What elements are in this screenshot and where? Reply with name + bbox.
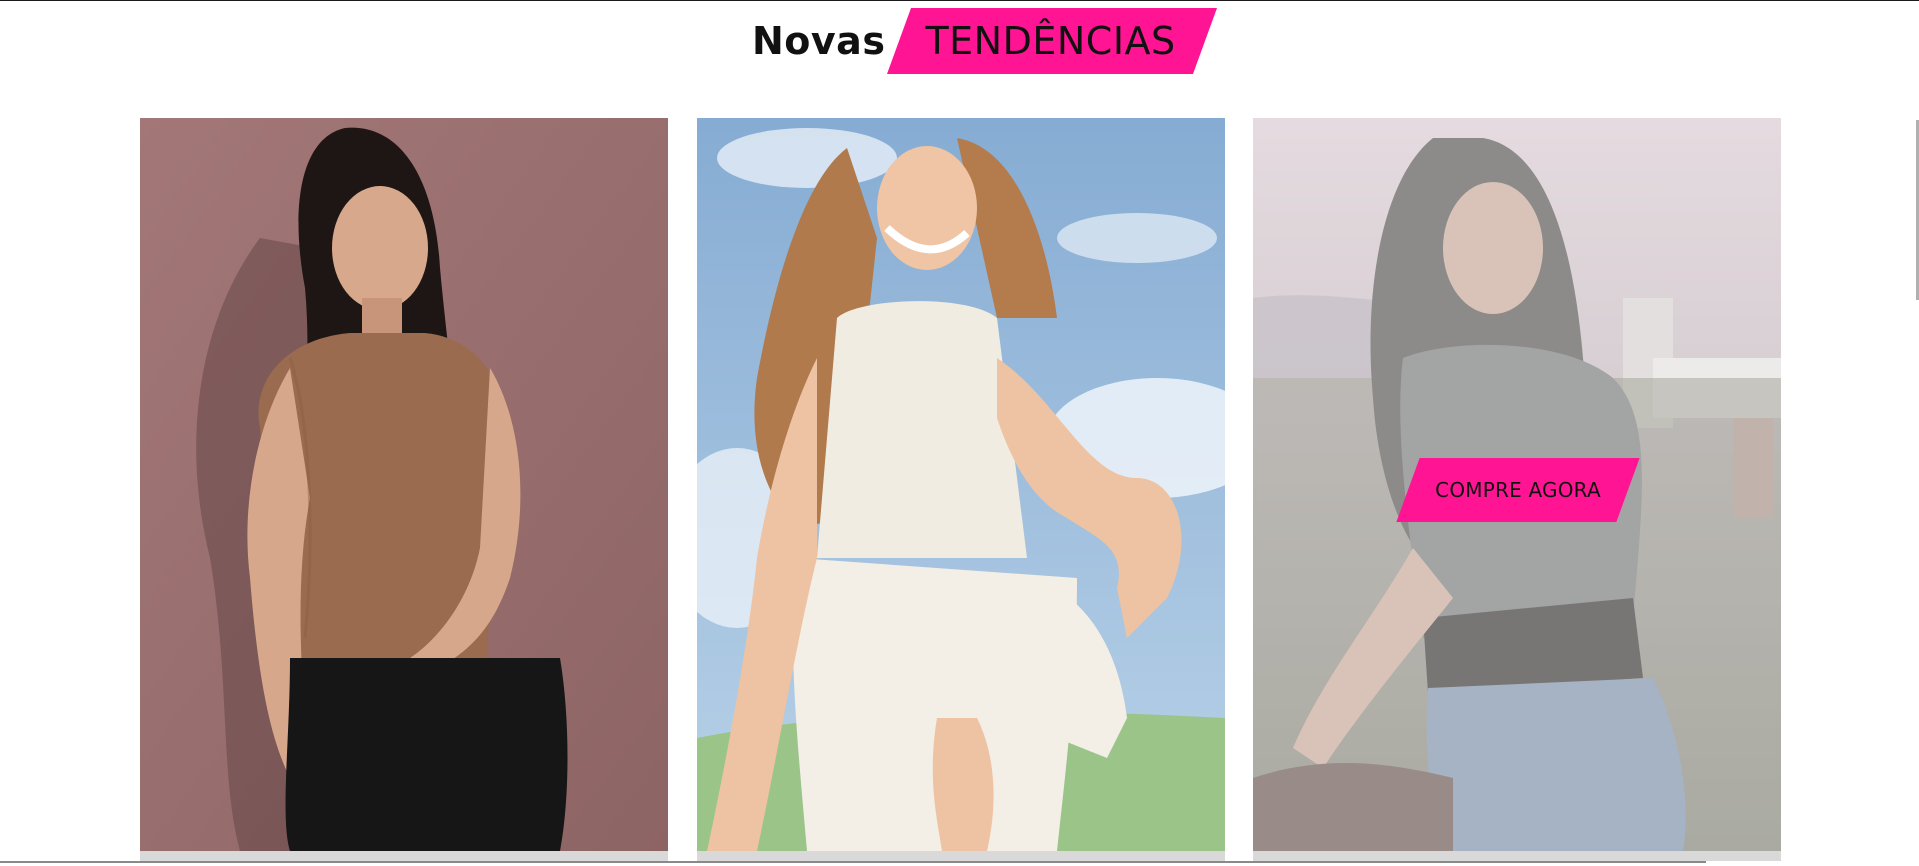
shop-now-button[interactable]: COMPRE AGORA [1408, 458, 1628, 522]
top-border [0, 0, 1919, 1]
product-card-2-footer [697, 851, 1225, 861]
product-card-1[interactable] [140, 118, 668, 851]
product-image-1 [140, 118, 668, 851]
product-image-2 [697, 118, 1225, 851]
shop-now-label: COMPRE AGORA [1435, 478, 1601, 502]
product-card-2[interactable] [697, 118, 1225, 851]
product-card-1-footer [140, 851, 668, 861]
section-heading: Novas TENDÊNCIAS [752, 8, 1206, 74]
heading-plain-text: Novas [752, 19, 886, 63]
heading-accent-text: TENDÊNCIAS [925, 19, 1176, 63]
heading-accent-badge: TENDÊNCIAS [899, 8, 1205, 74]
product-card-3-footer [1253, 851, 1781, 861]
horizontal-scrollbar[interactable] [0, 861, 1706, 863]
